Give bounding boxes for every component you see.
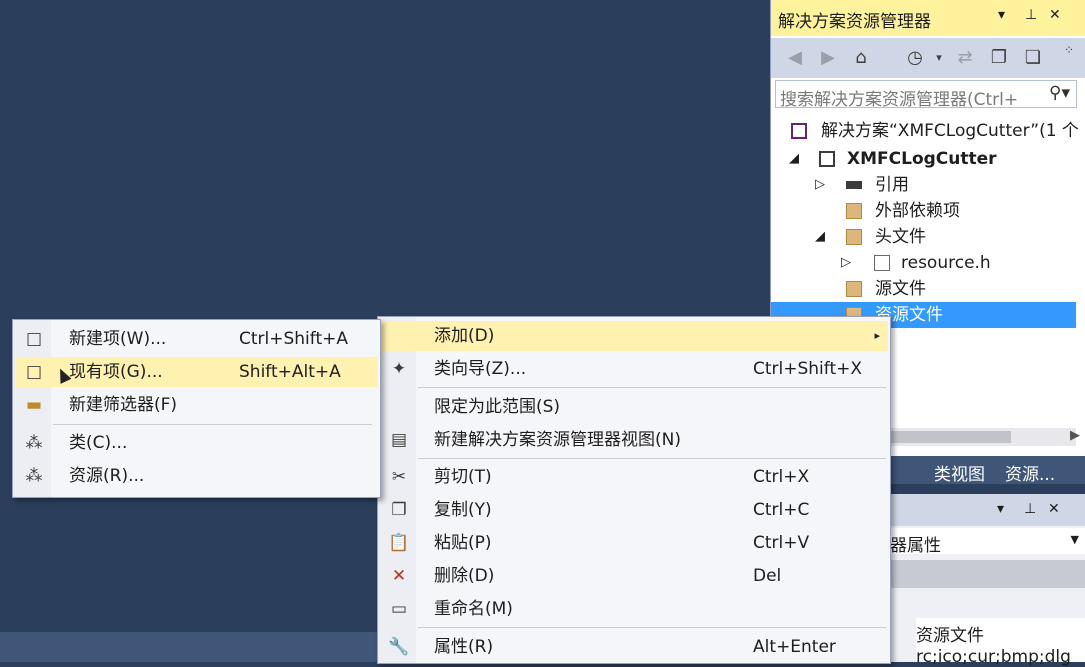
folder-icon <box>846 229 862 245</box>
menu-item-scope-to-this[interactable]: 限定为此范围(S) <box>380 392 888 422</box>
rename-icon: ▭ <box>390 599 408 619</box>
sync-icon[interactable]: ⇄ <box>953 46 977 70</box>
property-value-name: 资源文件 <box>916 626 984 646</box>
references-icon <box>846 181 862 189</box>
menu-item-delete[interactable]: ✕ 删除(D) Del <box>380 561 888 591</box>
existing-item-icon: □ <box>25 362 43 382</box>
window-position-dropdown-icon[interactable]: ▾ <box>998 7 1005 23</box>
external-deps-icon <box>846 203 862 219</box>
menu-item-new-item[interactable]: □ 新建项(W)... Ctrl+Shift+A <box>15 324 378 354</box>
menu-item-add[interactable]: 添加(D) ▸ <box>380 321 888 351</box>
search-placeholder: 搜索解决方案资源管理器(Ctrl+ <box>780 90 1019 108</box>
class-wizard-icon: ✦ <box>391 359 407 379</box>
properties-toolbar <box>886 560 1085 588</box>
properties-title-bar[interactable]: ▾ ⊥ ✕ <box>886 494 1085 526</box>
delete-icon: ✕ <box>391 566 407 586</box>
window-position-dropdown-icon[interactable]: ▾ <box>997 501 1004 517</box>
tree-item-external-deps[interactable]: 外部依赖项 <box>771 198 1076 224</box>
pin-icon[interactable]: ⊥ <box>1024 501 1036 517</box>
cut-icon: ✂ <box>391 467 407 487</box>
menu-item-properties[interactable]: 🔧 属性(R) Alt+Enter <box>380 632 888 662</box>
solution-explorer-title-bar[interactable]: 解决方案资源管理器 ▾ ⊥ ✕ <box>771 0 1085 36</box>
forward-icon[interactable]: ▶ <box>816 46 840 70</box>
menu-item-rename[interactable]: ▭ 重命名(M) <box>380 594 888 624</box>
overflow-icon[interactable]: ⁘ <box>1057 38 1081 62</box>
chevron-down-icon[interactable]: ▼ <box>1071 533 1079 546</box>
menu-item-new-explorer-view[interactable]: ▤ 新建解决方案资源管理器视图(N) <box>380 425 888 455</box>
tree-item-solution[interactable]: 解决方案“XMFCLogCutter”(1 个 <box>771 118 1079 144</box>
expanded-arrow-icon[interactable]: ◢ <box>789 146 799 172</box>
property-value-filter: rc;ico;cur;bmp;dlg <box>916 647 1071 667</box>
menu-item-existing-item[interactable]: □ 现有项(G)... Shift+Alt+A <box>15 357 378 387</box>
tab-class-view[interactable]: 类视图 <box>934 460 985 485</box>
pending-changes-filter-icon[interactable]: ◷ <box>903 46 927 70</box>
menu-item-new-filter[interactable]: ▬ 新建筛选器(F) <box>15 390 378 420</box>
new-filter-icon: ▬ <box>25 395 43 415</box>
menu-separator <box>418 387 886 388</box>
tree-item-project[interactable]: ◢ XMFCLogCutter <box>771 146 1076 172</box>
menu-item-class-wizard[interactable]: ✦ 类向导(Z)... Ctrl+Shift+X <box>380 354 888 384</box>
properties-panel: ▾ ⊥ ✕ 器属性 ▼ 资源文件 rc;ico;cur;bmp;dlg <box>886 494 1085 667</box>
project-icon <box>819 151 835 167</box>
collapsed-arrow-icon[interactable]: ▷ <box>815 172 825 198</box>
menu-item-paste[interactable]: 📋 粘贴(P) Ctrl+V <box>380 528 888 558</box>
properties-object-selector[interactable]: 器属性 ▼ <box>886 528 1085 554</box>
menu-separator <box>418 627 886 628</box>
close-icon[interactable]: ✕ <box>1049 7 1061 23</box>
menu-item-copy[interactable]: ❐ 复制(Y) Ctrl+C <box>380 495 888 525</box>
solution-icon <box>791 123 807 139</box>
solution-explorer-toolbar: ◀ ▶ ⌂ ◷ ▾ ⇄ ❐ ❏ ⁘ <box>771 38 1085 78</box>
scroll-right-icon[interactable]: ▶ <box>1070 428 1080 443</box>
properties-icon: 🔧 <box>388 637 410 657</box>
class-icon: ⁂ <box>25 433 43 453</box>
new-item-icon: □ <box>25 329 43 349</box>
menu-separator <box>418 458 886 459</box>
tree-item-header-files[interactable]: ◢ 头文件 <box>771 224 1076 250</box>
tree-item-references[interactable]: ▷ 引用 <box>771 172 1076 198</box>
tree-item-resource-h[interactable]: ▷ resource.h <box>771 250 1076 276</box>
menu-item-resource[interactable]: ⁂ 资源(R)... <box>15 461 378 491</box>
collapsed-arrow-icon[interactable]: ▷ <box>841 250 851 276</box>
new-view-icon: ▤ <box>390 430 408 450</box>
solution-explorer-title: 解决方案资源管理器 <box>778 12 931 32</box>
tool-window-tab-strip: 类视图 资源... <box>886 456 1085 485</box>
solution-explorer-search-input[interactable]: 搜索解决方案资源管理器(Ctrl+ ⚲▾ <box>775 80 1077 108</box>
paste-icon: 📋 <box>388 533 410 553</box>
tree-item-source-files[interactable]: 源文件 <box>771 276 1076 302</box>
back-icon[interactable]: ◀ <box>783 46 807 70</box>
collapse-all-icon[interactable]: ❐ <box>987 46 1011 70</box>
close-icon[interactable]: ✕ <box>1048 501 1060 517</box>
menu-separator <box>53 424 372 425</box>
tab-resource-view[interactable]: 资源... <box>1005 460 1055 485</box>
properties-object-name: 器属性 <box>890 536 941 554</box>
expanded-arrow-icon[interactable]: ◢ <box>815 224 825 250</box>
header-file-icon <box>874 255 890 271</box>
menu-item-class[interactable]: ⁂ 类(C)... <box>15 428 378 458</box>
context-menu: 添加(D) ▸ ✦ 类向导(Z)... Ctrl+Shift+X 限定为此范围(… <box>377 316 891 664</box>
pin-icon[interactable]: ⊥ <box>1025 7 1037 23</box>
filter-dropdown-icon[interactable]: ▾ <box>927 46 951 70</box>
folder-icon <box>846 281 862 297</box>
menu-item-cut[interactable]: ✂ 剪切(T) Ctrl+X <box>380 462 888 492</box>
copy-icon: ❐ <box>391 500 407 520</box>
submenu-arrow-icon: ▸ <box>874 329 880 342</box>
scrollbar-thumb[interactable] <box>887 431 1011 443</box>
resource-icon: ⁂ <box>25 466 43 486</box>
show-all-files-icon[interactable]: ❏ <box>1021 46 1045 70</box>
add-submenu: □ 新建项(W)... Ctrl+Shift+A □ 现有项(G)... Shi… <box>12 319 381 498</box>
home-icon[interactable]: ⌂ <box>849 46 873 70</box>
search-icon[interactable]: ⚲▾ <box>1049 83 1070 103</box>
